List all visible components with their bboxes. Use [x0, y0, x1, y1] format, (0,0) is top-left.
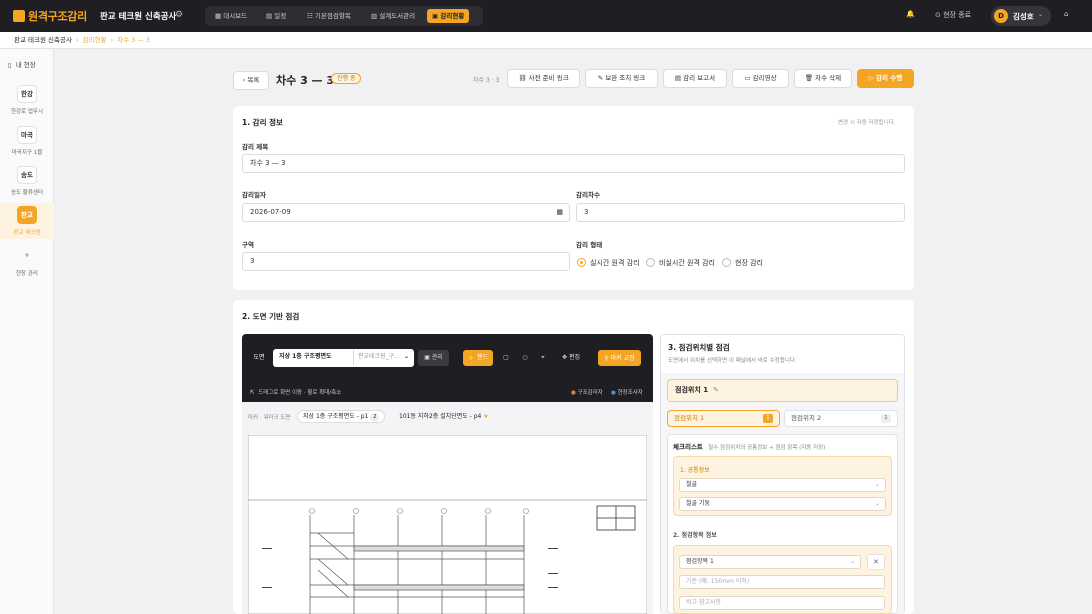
material-select[interactable]: 철골 ⌄: [679, 478, 886, 492]
logo-icon: [13, 10, 25, 22]
chevron-down-icon: ⌄: [403, 353, 409, 360]
page-title: 차수 3 — 3: [276, 74, 335, 87]
end-site-button[interactable]: ⊙ 현장 종료: [935, 10, 971, 20]
items-label: 2. 점검항목 정보: [673, 532, 717, 539]
chevron-down-icon: ⌄: [874, 500, 880, 507]
pencil-icon[interactable]: ✎: [713, 386, 719, 394]
rect-tool-icon[interactable]: ▢: [500, 350, 512, 366]
nav-design-docs[interactable]: ▥ 설계도서관리: [366, 9, 420, 23]
sidebar-item-pangyo[interactable]: 판교 판교 테크원: [0, 203, 54, 239]
logout-icon[interactable]: ⌂: [1064, 10, 1068, 18]
title-input[interactable]: 차수 3 — 3: [242, 154, 905, 173]
status-badge: 진행 중: [331, 73, 362, 84]
legend-dot: ●: [571, 390, 576, 396]
date-label: 감리일자: [242, 191, 266, 199]
zone-label: 구역: [242, 241, 254, 249]
bell-icon[interactable]: 🔔: [906, 10, 915, 18]
drawing-chip-1[interactable]: 지상 1층 구조평면도 - p1 2: [297, 410, 386, 423]
user-menu[interactable]: D 김성호 ⌄: [991, 6, 1051, 26]
crumb-project[interactable]: 판교 테크원 신축공사: [14, 36, 72, 44]
drawing-section-title: 2. 도면 기반 점검: [242, 312, 300, 321]
delete-round-button[interactable]: 🗑 차수 삭제: [794, 69, 852, 88]
type-label: 감리 형태: [576, 241, 603, 249]
member-select[interactable]: 철골 기둥 ⌄: [679, 497, 886, 511]
chevron-down-icon: ⌄: [874, 481, 880, 488]
inspect-section-title: 3. 점검위치별 점검: [668, 343, 730, 352]
perform-inspection-button[interactable]: ▷ 감리 수행: [857, 69, 914, 88]
sidebar-item-songdo[interactable]: 송도 송도 물류센터: [0, 166, 54, 204]
avatar: D: [994, 9, 1008, 23]
nav-basic-items[interactable]: ☷ 기본점검항목: [302, 9, 356, 23]
top-bar: 원격구조감리 판교 테크원 신축공사 ⚙ ▦ 대시보드 ▤ 일정 ☷ 기본점검항…: [0, 0, 1092, 32]
radio-nonrealtime[interactable]: 비실시간 원격 감리: [646, 258, 715, 268]
nav-dashboard[interactable]: ▦ 대시보드: [210, 9, 252, 23]
title-label: 감리 제목: [242, 143, 269, 151]
round-input[interactable]: 3: [576, 203, 905, 222]
standard-input[interactable]: 기준 (예: 150mm 이하): [679, 575, 885, 589]
legend-surveyor: ● 현장조사자: [611, 390, 643, 396]
chevron-down-icon: ⌄: [849, 558, 855, 565]
structural-drawing[interactable]: [248, 435, 647, 614]
sidebar-item-magok[interactable]: 마곡 마곡지구 1블: [0, 126, 54, 164]
video-button[interactable]: ▭ 감리영상: [732, 69, 789, 88]
checklist-label: 체크리스트 필수 점검위치의 공통정보 + 점검 항목 (자동 저장): [673, 443, 826, 451]
report-button[interactable]: ▤ 감리 보고서: [663, 69, 727, 88]
legend-dot: ●: [611, 390, 616, 396]
marker-label: 마커 · 워마크 도면: [248, 415, 291, 421]
radio-onsite[interactable]: 현장 감리: [722, 258, 763, 268]
zone-input[interactable]: 3: [242, 252, 570, 271]
common-info-label: 1. 공통정보: [680, 467, 710, 474]
prep-link-button[interactable]: ⛓ 사전 준비 링크: [507, 69, 580, 88]
manage-button[interactable]: ▣ 관리: [418, 350, 449, 366]
breadcrumb: 판교 테크원 신축공사 › 감리현황 › 차수 3 — 3: [0, 32, 1092, 49]
autosave-note: 변경 시 자동 저장됩니다.: [838, 120, 896, 126]
inspect-desc: 도면에서 위치를 선택하면 이 패널에서 바로 수정합니다.: [668, 358, 797, 364]
sidebar: ▯ 내 현장 한강 한강로 업무시 마곡 마곡지구 1블 송도 송도 물류센터 판교 판…: [0, 49, 54, 614]
hand-tool-button[interactable]: ✋ 핸드: [463, 350, 493, 366]
nav-inspection-status[interactable]: ▣ 감리현황: [427, 9, 470, 23]
sidebar-item-hangang[interactable]: 한강 한강로 업무시: [0, 85, 54, 123]
drawing-select[interactable]: 지상 1층 구조평면도 판교테크원_구... ⌄: [273, 349, 414, 367]
note-input[interactable]: 비고·참고사항: [679, 596, 885, 610]
tag-tool-icon[interactable]: ⌖: [537, 350, 549, 366]
crumb-current: 차수 3 — 3: [117, 36, 151, 44]
round-info: 차수 3 · 3: [473, 77, 500, 84]
round-label: 감리차수: [576, 191, 600, 199]
main-nav: ▦ 대시보드 ▤ 일정 ☷ 기본점검항목 ▥ 설계도서관리 ▣ 감리현황: [205, 6, 483, 26]
drag-hint: ⇱ 드래그로 화면 이동 · 휠로 확대/축소: [250, 390, 342, 396]
drawing-chip-2[interactable]: 101동 지하2층 설치단면도 - p4 ★: [395, 410, 493, 423]
close-icon[interactable]: ✕: [867, 554, 885, 570]
radio-realtime[interactable]: 실시간 원격 감리: [577, 258, 640, 268]
crumb-inspection[interactable]: 감리현황: [83, 36, 107, 44]
tab-location-1[interactable]: 점검위치 11: [667, 410, 780, 427]
gear-icon[interactable]: ⚙: [175, 10, 183, 20]
chevron-down-icon: ⌄: [1038, 11, 1044, 18]
item-select[interactable]: 점검항목 1 ⌄: [679, 555, 861, 569]
location-title[interactable]: 점검위치 1 ✎: [667, 379, 898, 402]
back-button[interactable]: ‹ 목록: [233, 71, 269, 90]
calendar-icon[interactable]: ▦: [556, 204, 563, 221]
legend-structural: ● 구조감리자: [571, 390, 603, 396]
logo-text: 원격구조감리: [28, 10, 87, 23]
marker-calibrate-button[interactable]: ⚲ 마커 교정: [598, 350, 641, 366]
nav-schedule[interactable]: ▤ 일정: [261, 9, 291, 23]
info-section-title: 1. 감리 정보: [242, 118, 283, 127]
fix-link-button[interactable]: ✎ 보완 조치 링크: [585, 69, 658, 88]
app-logo[interactable]: 원격구조감리: [13, 8, 87, 24]
circle-tool-icon[interactable]: ○: [519, 350, 531, 366]
project-name[interactable]: 판교 테크원 신축공사: [100, 10, 176, 22]
drawing-tab-label: 도면: [253, 354, 265, 361]
date-input[interactable]: 2026-07-09 ▦: [242, 203, 570, 222]
tab-location-2[interactable]: 점검위치 21: [784, 410, 898, 427]
sidebar-item-manage[interactable]: + 현장 관리: [0, 247, 54, 285]
edit-tool-button[interactable]: ✥ 편집: [558, 350, 584, 366]
sidebar-header[interactable]: ▯ 내 현장: [8, 59, 36, 69]
user-name: 김성호: [1013, 12, 1034, 21]
